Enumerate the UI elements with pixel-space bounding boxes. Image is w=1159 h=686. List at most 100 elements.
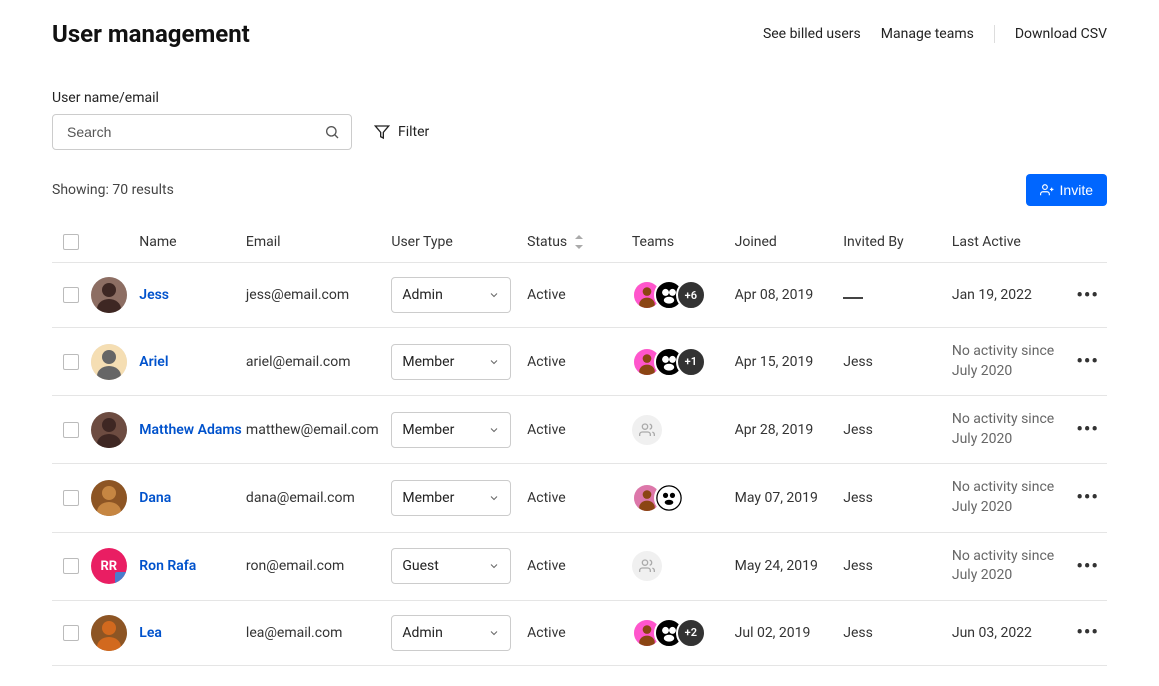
usertype-select[interactable]: Admin xyxy=(391,615,511,651)
filter-button[interactable]: Filter xyxy=(374,124,429,140)
column-name[interactable]: Name xyxy=(139,234,246,250)
teams-placeholder-icon xyxy=(632,415,662,445)
joined-date: Apr 15, 2019 xyxy=(735,354,814,370)
user-name-link[interactable]: Jess xyxy=(139,287,169,303)
row-actions-button[interactable]: ••• xyxy=(1076,622,1098,643)
row-actions-button[interactable]: ••• xyxy=(1076,556,1098,577)
user-email: ron@email.com xyxy=(246,558,344,574)
row-actions-button[interactable]: ••• xyxy=(1076,487,1098,508)
user-name-link[interactable]: Lea xyxy=(139,625,162,641)
filter-label: Filter xyxy=(398,124,429,140)
user-avatar[interactable]: RR xyxy=(91,548,127,584)
column-invited[interactable]: Invited By xyxy=(843,234,952,250)
status-text: Active xyxy=(527,422,566,438)
row-actions-button[interactable]: ••• xyxy=(1076,285,1098,306)
usertype-value: Member xyxy=(402,490,454,506)
usertype-select[interactable]: Member xyxy=(391,344,511,380)
table-row: Lea lea@email.com Admin Active +2 Jul 02… xyxy=(52,601,1107,666)
search-row: Filter xyxy=(52,114,1107,150)
download-csv-link[interactable]: Download CSV xyxy=(1015,26,1107,42)
usertype-select[interactable]: Guest xyxy=(391,548,511,584)
row-checkbox[interactable] xyxy=(63,558,79,574)
column-email[interactable]: Email xyxy=(246,234,391,250)
usertype-value: Admin xyxy=(402,287,442,303)
chevron-down-icon xyxy=(488,424,500,436)
search-input[interactable] xyxy=(52,114,352,150)
user-avatar[interactable] xyxy=(91,344,127,380)
joined-date: Jul 02, 2019 xyxy=(735,625,811,641)
invited-by-text: Jess xyxy=(843,558,873,574)
table-row: Jess jess@email.com Admin Active +6 Apr … xyxy=(52,263,1107,328)
teams-cell: +1 xyxy=(632,347,735,377)
teams-cell xyxy=(632,483,735,513)
row-checkbox[interactable] xyxy=(63,422,79,438)
table-body: Jess jess@email.com Admin Active +6 Apr … xyxy=(52,263,1107,666)
user-name-link[interactable]: Matthew Adams xyxy=(139,422,241,438)
user-avatar[interactable] xyxy=(91,412,127,448)
user-email: lea@email.com xyxy=(246,625,342,641)
search-wrap xyxy=(52,114,352,150)
user-email: dana@email.com xyxy=(246,490,355,506)
status-text: Active xyxy=(527,558,566,574)
team-more-badge[interactable]: +1 xyxy=(676,347,706,377)
invited-by-dash xyxy=(843,297,863,299)
chevron-down-icon xyxy=(488,289,500,301)
invite-user-icon xyxy=(1040,183,1054,197)
row-checkbox[interactable] xyxy=(63,287,79,303)
column-usertype[interactable]: User Type xyxy=(391,234,527,250)
results-count: Showing: 70 results xyxy=(52,182,174,198)
usertype-value: Admin xyxy=(402,625,442,641)
user-name-link[interactable]: Ariel xyxy=(139,354,168,370)
joined-date: May 07, 2019 xyxy=(735,490,818,506)
divider xyxy=(994,25,995,43)
select-all-checkbox[interactable] xyxy=(63,234,79,250)
team-more-badge[interactable]: +6 xyxy=(676,280,706,310)
row-checkbox[interactable] xyxy=(63,490,79,506)
usertype-value: Member xyxy=(402,354,454,370)
last-active-text: No activity since July 2020 xyxy=(952,479,1054,515)
usertype-select[interactable]: Member xyxy=(391,480,511,516)
chevron-down-icon xyxy=(488,560,500,572)
user-avatar[interactable] xyxy=(91,480,127,516)
chevron-down-icon xyxy=(488,356,500,368)
usertype-select[interactable]: Member xyxy=(391,412,511,448)
header-links: See billed users Manage teams Download C… xyxy=(763,25,1107,43)
row-checkbox[interactable] xyxy=(63,625,79,641)
usertype-select[interactable]: Admin xyxy=(391,277,511,313)
user-avatar[interactable] xyxy=(91,277,127,313)
last-active-text: No activity since July 2020 xyxy=(952,343,1054,379)
invited-by-text: Jess xyxy=(843,625,873,641)
row-actions-button[interactable]: ••• xyxy=(1076,419,1098,440)
teams-placeholder-icon xyxy=(632,551,662,581)
column-teams[interactable]: Teams xyxy=(632,234,735,250)
invite-button[interactable]: Invite xyxy=(1026,174,1107,206)
user-name-link[interactable]: Dana xyxy=(139,490,171,506)
see-billed-users-link[interactable]: See billed users xyxy=(763,26,861,42)
user-table: Name Email User Type Status Teams Joined… xyxy=(52,222,1107,666)
column-joined[interactable]: Joined xyxy=(735,234,844,250)
teams-cell: +2 xyxy=(632,618,735,648)
invite-label: Invite xyxy=(1060,182,1093,198)
column-active[interactable]: Last Active xyxy=(952,234,1068,250)
user-email: ariel@email.com xyxy=(246,354,351,370)
row-actions-button[interactable]: ••• xyxy=(1076,351,1098,372)
invited-by-text: Jess xyxy=(843,422,873,438)
column-status[interactable]: Status xyxy=(527,234,632,250)
last-active-text: Jan 19, 2022 xyxy=(952,287,1032,303)
manage-teams-link[interactable]: Manage teams xyxy=(881,26,974,42)
invited-by-text: Jess xyxy=(843,354,873,370)
user-email: matthew@email.com xyxy=(246,422,379,438)
avatar-badge-icon xyxy=(115,572,127,584)
last-active-text: No activity since July 2020 xyxy=(952,411,1054,447)
row-checkbox[interactable] xyxy=(63,354,79,370)
team-avatar[interactable] xyxy=(654,483,684,513)
team-more-badge[interactable]: +2 xyxy=(676,618,706,648)
table-row: Ariel ariel@email.com Member Active +1 A… xyxy=(52,328,1107,396)
usertype-value: Guest xyxy=(402,558,438,574)
filter-icon xyxy=(374,124,390,140)
last-active-text: No activity since July 2020 xyxy=(952,548,1054,584)
user-name-link[interactable]: Ron Rafa xyxy=(139,558,196,574)
user-avatar[interactable] xyxy=(91,615,127,651)
status-text: Active xyxy=(527,490,566,506)
search-icon xyxy=(324,124,340,140)
